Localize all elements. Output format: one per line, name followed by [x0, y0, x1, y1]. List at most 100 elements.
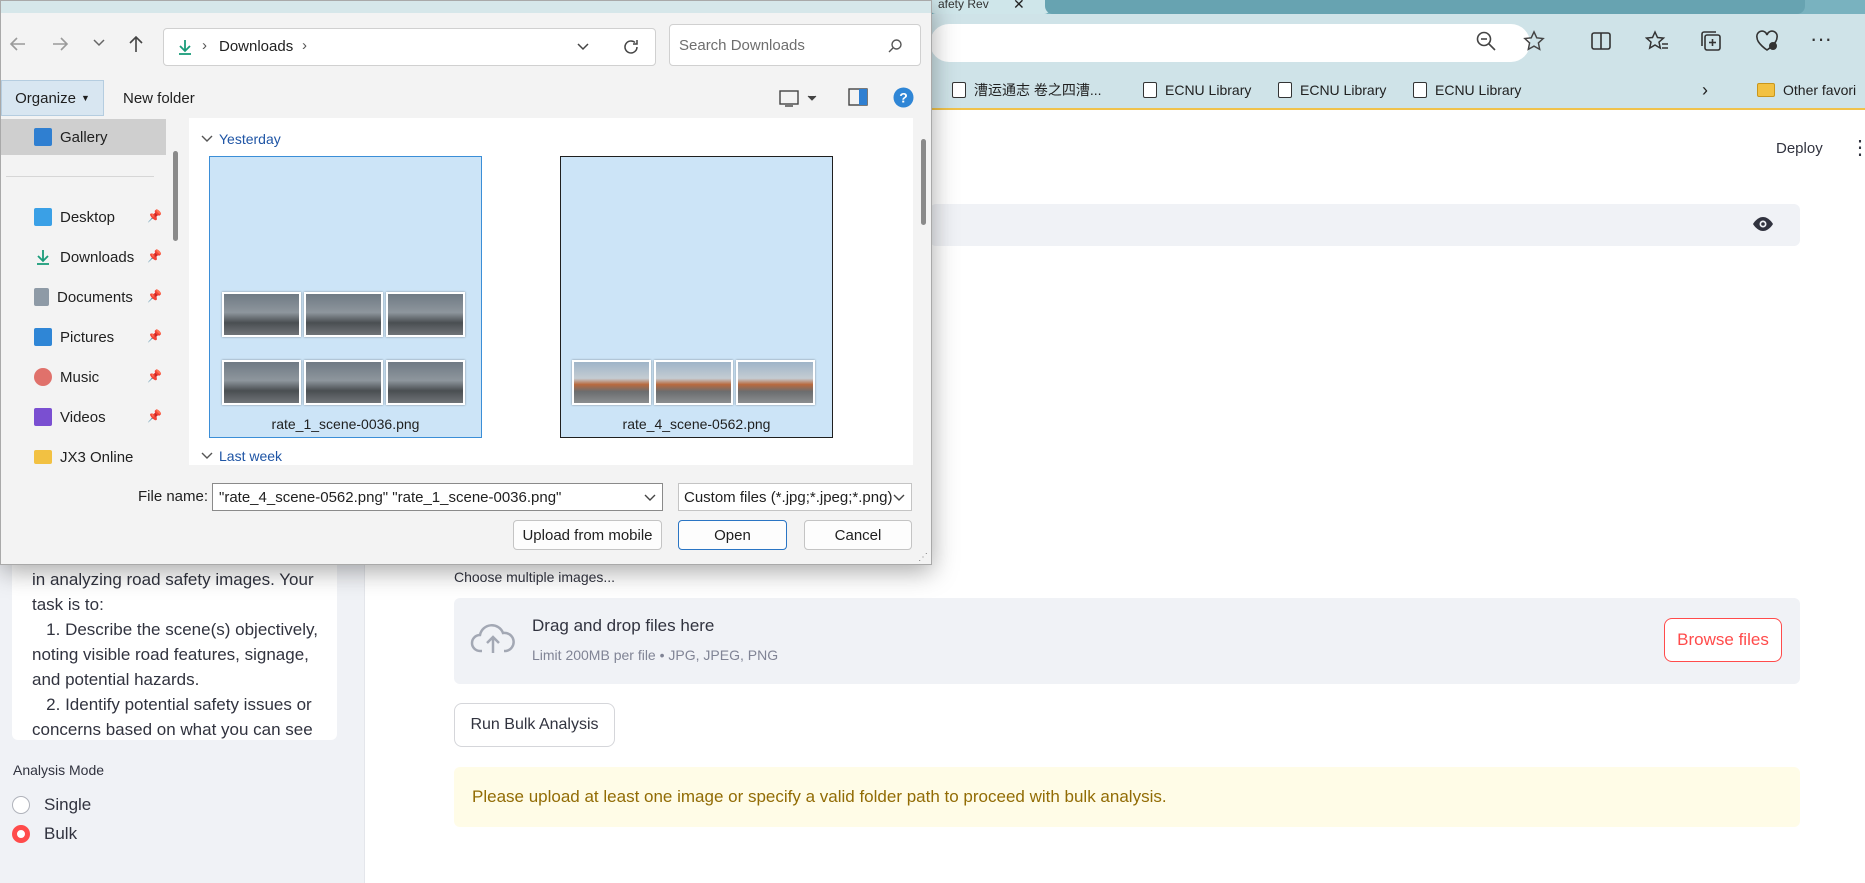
address-dropdown-chevron-icon[interactable]	[576, 42, 590, 52]
browser-essentials-icon[interactable]	[1755, 30, 1779, 52]
help-icon[interactable]: ?	[893, 87, 914, 108]
image-thumbnail	[572, 360, 651, 405]
nav-item-documents[interactable]: Documents 📌	[1, 279, 166, 315]
file-tile[interactable]: rate_1_scene-0036.png	[209, 156, 482, 438]
page-icon	[952, 82, 966, 98]
group-header-last-week[interactable]: Last week	[201, 446, 282, 466]
cloud-upload-icon	[470, 621, 516, 657]
nav-divider	[6, 176, 154, 177]
radio-label: Single	[44, 795, 92, 814]
radio-bulk[interactable]: Bulk	[12, 822, 77, 846]
organize-button[interactable]: Organize ▼	[1, 80, 104, 116]
new-folder-button[interactable]: New folder	[123, 81, 195, 115]
recent-locations-chevron-icon[interactable]	[92, 38, 106, 48]
run-bulk-analysis-button[interactable]: Run Bulk Analysis	[454, 703, 615, 747]
upload-from-mobile-button[interactable]: Upload from mobile	[513, 520, 662, 550]
file-name-value: "rate_4_scene-0562.png" "rate_1_scene-00…	[219, 488, 562, 506]
main-menu-icon[interactable]: ⋮	[1850, 138, 1865, 158]
nav-item-jx3-online[interactable]: JX3 Online	[1, 439, 166, 465]
preview-pane-icon[interactable]	[848, 88, 868, 106]
breadcrumb-separator-icon: ›	[202, 37, 207, 54]
bookmark-item[interactable]: ECNU Library	[1278, 77, 1386, 103]
radio-single[interactable]: Single	[12, 793, 91, 817]
nav-label: Desktop	[60, 208, 116, 226]
search-input[interactable]: Search Downloads	[669, 24, 921, 66]
group-label: Yesterday	[219, 131, 281, 147]
bookmark-item[interactable]: ECNU Library	[1413, 77, 1521, 103]
up-arrow-icon[interactable]	[127, 35, 145, 53]
dialog-title-bar	[1, 1, 931, 13]
file-open-dialog: › Downloads › Search Downloads Organize …	[0, 0, 932, 565]
nav-item-videos[interactable]: Videos 📌	[1, 399, 166, 435]
open-button[interactable]: Open	[678, 520, 787, 550]
browser-tab-active[interactable]: afety Rev	[930, 0, 1050, 14]
bookmark-label: ECNU Library	[1165, 82, 1252, 98]
breadcrumb[interactable]: › Downloads ›	[163, 28, 656, 66]
back-arrow-icon[interactable]	[9, 35, 27, 53]
warning-alert: Please upload at least one image or spec…	[454, 767, 1800, 827]
videos-icon	[34, 408, 52, 426]
address-bar[interactable]	[930, 24, 1530, 62]
zoom-out-icon[interactable]	[1475, 30, 1497, 52]
bookmark-item[interactable]: ECNU Library	[1143, 77, 1251, 103]
pictures-icon	[34, 328, 52, 346]
dialog-footer	[1, 465, 931, 564]
view-options-icon[interactable]	[779, 89, 819, 107]
file-tile[interactable]: rate_4_scene-0562.png	[560, 156, 833, 438]
image-thumbnail	[222, 292, 301, 337]
chevron-down-icon	[893, 494, 905, 501]
favorites-icon[interactable]	[1645, 30, 1669, 52]
tab-close-icon[interactable]: ✕	[1013, 0, 1025, 13]
favorite-star-icon[interactable]	[1523, 30, 1545, 52]
eye-icon[interactable]	[1752, 214, 1774, 234]
deploy-button[interactable]: Deploy	[1776, 140, 1823, 157]
radio-selected-icon	[12, 825, 30, 843]
nav-item-desktop[interactable]: Desktop 📌	[1, 199, 166, 235]
file-name: rate_4_scene-0562.png	[622, 416, 771, 432]
api-key-input[interactable]	[930, 204, 1800, 246]
nav-item-music[interactable]: Music 📌	[1, 359, 166, 395]
resize-grip-icon[interactable]: ⋰	[918, 552, 928, 563]
bookmark-label: 漕运通志 卷之四漕...	[974, 82, 1102, 98]
nav-label: Documents	[57, 288, 133, 306]
nav-scrollbar[interactable]	[173, 151, 178, 241]
system-prompt-textarea[interactable]: in analyzing road safety images. Your ta…	[12, 555, 337, 740]
organize-label: Organize	[15, 89, 76, 107]
nav-item-downloads[interactable]: Downloads 📌	[1, 239, 166, 275]
pin-icon[interactable]: 📌	[147, 249, 162, 263]
collections-icon[interactable]	[1700, 30, 1722, 52]
forward-arrow-icon[interactable]	[51, 35, 69, 53]
tab-title: afety Rev	[938, 0, 989, 11]
more-menu-icon[interactable]: ···	[1810, 26, 1832, 52]
file-name-input[interactable]: "rate_4_scene-0562.png" "rate_1_scene-00…	[212, 483, 663, 511]
image-thumbnail	[304, 360, 383, 405]
pin-icon[interactable]: 📌	[147, 409, 162, 423]
pin-icon[interactable]: 📌	[147, 209, 162, 223]
chevron-down-icon[interactable]	[644, 494, 656, 502]
nav-label: JX3 Online	[60, 448, 134, 466]
split-screen-icon[interactable]	[1590, 30, 1612, 52]
cancel-button[interactable]: Cancel	[804, 520, 912, 550]
nav-label: Downloads	[60, 248, 135, 266]
bookmark-item[interactable]: 漕运通志 卷之四漕...	[952, 77, 1102, 103]
browser-tab-inactive[interactable]	[1045, 0, 1805, 14]
breadcrumb-item[interactable]: Downloads	[219, 38, 293, 55]
browse-files-button[interactable]: Browse files	[1664, 618, 1782, 662]
file-dropzone[interactable]	[454, 598, 1800, 684]
nav-item-gallery[interactable]: Gallery	[1, 119, 166, 155]
file-type-select[interactable]: Custom files (*.jpg;*.jpeg;*.png)	[678, 483, 912, 511]
nav-item-pictures[interactable]: Pictures 📌	[1, 319, 166, 355]
folder-icon	[34, 450, 52, 464]
pin-icon[interactable]: 📌	[147, 329, 162, 343]
group-header-yesterday[interactable]: Yesterday	[201, 129, 281, 149]
dropzone-limit: Limit 200MB per file • JPG, JPEG, PNG	[532, 647, 779, 663]
bookmark-label: ECNU Library	[1435, 82, 1522, 98]
refresh-icon[interactable]	[622, 38, 640, 56]
image-thumbnail	[304, 292, 383, 337]
pin-icon[interactable]: 📌	[147, 289, 162, 303]
content-scrollbar-thumb[interactable]	[921, 139, 926, 225]
page-icon	[1278, 82, 1292, 98]
bookmarks-overflow-chevron-icon[interactable]: ›	[1702, 77, 1708, 103]
pin-icon[interactable]: 📌	[147, 369, 162, 383]
other-favorites[interactable]: Other favori	[1757, 77, 1856, 103]
